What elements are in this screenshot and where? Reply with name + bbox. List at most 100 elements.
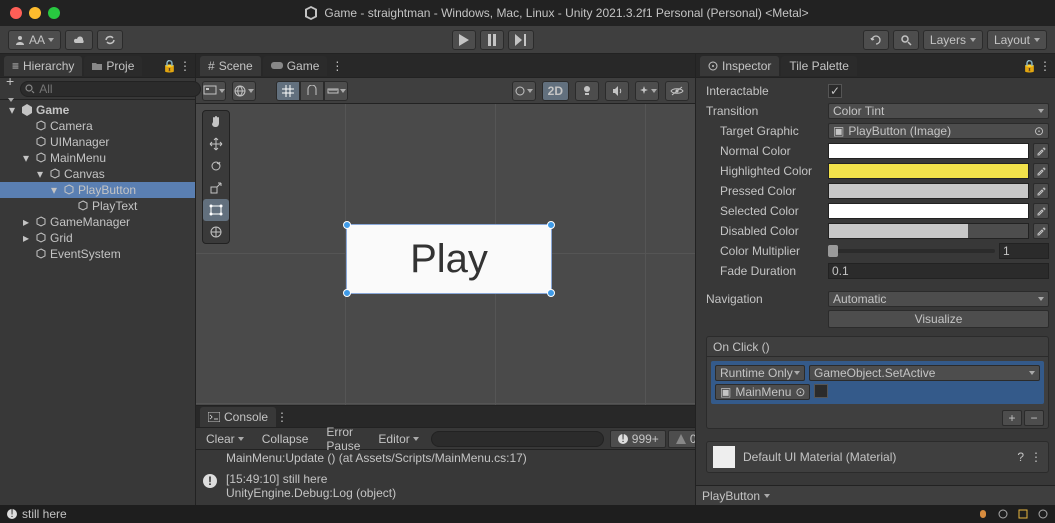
hierarchy-item-game[interactable]: ▾Game [0, 102, 195, 118]
material-box[interactable]: Default UI Material (Material) ? ⋮ [706, 441, 1049, 473]
runtime-dropdown[interactable]: Runtime Only [715, 365, 805, 381]
function-dropdown[interactable]: GameObject.SetActive [809, 365, 1040, 381]
eyedropper-button[interactable] [1033, 143, 1049, 159]
console-line[interactable]: MainMenu:Update () (at Assets/Scripts/Ma… [200, 450, 691, 471]
visibility-button[interactable] [665, 81, 689, 101]
remove-event-button[interactable]: − [1024, 410, 1044, 426]
layout-dropdown[interactable]: Layout [987, 30, 1047, 50]
cloud-button[interactable] [65, 30, 93, 50]
grid-snap-button[interactable] [276, 81, 300, 101]
audio-button[interactable] [605, 81, 629, 101]
add-event-button[interactable]: + [1002, 410, 1022, 426]
snap-increment-button[interactable] [300, 81, 324, 101]
transition-dropdown[interactable]: Color Tint [828, 103, 1049, 119]
eyedropper-button[interactable] [1033, 203, 1049, 219]
scene-viewport[interactable]: Play [196, 104, 695, 405]
interactable-checkbox[interactable]: ✓ [828, 84, 842, 98]
event-target-field[interactable]: ▣MainMenu⊙ [715, 384, 810, 400]
console-line[interactable]: ![15:49:10] still here UnityEngine.Debug… [200, 471, 691, 501]
event-bool-checkbox[interactable] [814, 384, 828, 398]
bug-icon[interactable] [977, 508, 989, 520]
lighting-button[interactable] [575, 81, 599, 101]
grid-visibility-button[interactable] [324, 81, 348, 101]
hierarchy-item-playbutton[interactable]: ▾PlayButton [0, 182, 195, 198]
hierarchy-item-playtext[interactable]: PlayText [0, 198, 195, 214]
transform-tool[interactable] [203, 221, 229, 243]
disabled-color-field[interactable] [828, 223, 1029, 239]
gameobject-icon [76, 200, 90, 212]
hierarchy-item-grid[interactable]: ▸Grid [0, 230, 195, 246]
minimize-window-button[interactable] [29, 7, 41, 19]
color-multiplier-slider[interactable] [828, 249, 995, 253]
account-button[interactable]: AA [8, 30, 61, 50]
target-graphic-field[interactable]: ▣PlayButton (Image)⊙ [828, 123, 1049, 139]
hand-tool[interactable] [203, 111, 229, 133]
resize-handle[interactable] [547, 289, 555, 297]
tab-project[interactable]: Proje [84, 56, 142, 76]
move-tool[interactable] [203, 133, 229, 155]
sync-button[interactable] [97, 30, 123, 50]
eyedropper-button[interactable] [1033, 223, 1049, 239]
clear-button[interactable]: Clear [200, 430, 250, 448]
rect-tool[interactable] [203, 199, 229, 221]
navigation-dropdown[interactable]: Automatic [828, 291, 1049, 307]
hierarchy-item-eventsystem[interactable]: EventSystem [0, 246, 195, 262]
highlighted-color-field[interactable] [828, 163, 1029, 179]
cache-icon[interactable] [1017, 508, 1029, 520]
tab-console[interactable]: Console [200, 407, 276, 427]
hierarchy-item-camera[interactable]: Camera [0, 118, 195, 134]
tool-display-button[interactable] [202, 81, 226, 101]
pause-button[interactable] [480, 30, 504, 50]
pressed-color-field[interactable] [828, 183, 1029, 199]
panel-menu-icon[interactable]: ⋮ [276, 410, 288, 424]
draw-mode-button[interactable] [512, 81, 536, 101]
color-multiplier-value[interactable]: 1 [999, 243, 1049, 259]
help-icon[interactable]: ? [1017, 450, 1024, 464]
scale-tool[interactable] [203, 177, 229, 199]
play-button[interactable] [452, 30, 476, 50]
close-window-button[interactable] [10, 7, 22, 19]
lock-icon[interactable]: 🔒 [1022, 59, 1037, 73]
collapse-button[interactable]: Collapse [256, 430, 315, 448]
2d-toggle-button[interactable]: 2D [542, 81, 569, 101]
maximize-window-button[interactable] [48, 7, 60, 19]
lock-icon[interactable]: 🔒 [162, 59, 177, 73]
hierarchy-search-input[interactable] [20, 81, 201, 97]
undo-history-button[interactable] [863, 30, 889, 50]
resize-handle[interactable] [343, 221, 351, 229]
console-search-input[interactable] [431, 431, 604, 447]
tab-scene[interactable]: #Scene [200, 56, 261, 76]
step-button[interactable] [508, 30, 534, 50]
hierarchy-item-canvas[interactable]: ▾Canvas [0, 166, 195, 182]
error-pause-button[interactable]: Error Pause [320, 430, 366, 448]
tab-game[interactable]: Game [263, 56, 328, 76]
shading-mode-button[interactable] [232, 81, 256, 101]
hierarchy-item-uimanager[interactable]: UIManager [0, 134, 195, 150]
rotate-tool[interactable] [203, 155, 229, 177]
fade-duration-field[interactable]: 0.1 [828, 263, 1049, 279]
tab-tile-palette[interactable]: Tile Palette [781, 56, 857, 76]
search-button[interactable] [893, 30, 919, 50]
panel-menu-icon[interactable]: ⋮ [1039, 59, 1051, 73]
resize-handle[interactable] [343, 289, 351, 297]
tab-inspector[interactable]: Inspector [700, 56, 779, 76]
autosave-icon[interactable] [997, 508, 1009, 520]
resize-handle[interactable] [547, 221, 555, 229]
hierarchy-item-mainmenu[interactable]: ▾MainMenu [0, 150, 195, 166]
editor-button[interactable]: Editor [372, 430, 424, 448]
normal-color-field[interactable] [828, 143, 1029, 159]
eyedropper-button[interactable] [1033, 163, 1049, 179]
selected-color-field[interactable] [828, 203, 1029, 219]
info-count-pill[interactable]: !999+ [610, 430, 666, 448]
panel-menu-icon[interactable]: ⋮ [331, 59, 343, 73]
menu-icon[interactable]: ⋮ [1030, 450, 1042, 464]
visualize-button[interactable]: Visualize [828, 310, 1049, 328]
progress-icon[interactable] [1037, 508, 1049, 520]
play-button-rect[interactable]: Play [346, 224, 552, 294]
fx-button[interactable] [635, 81, 659, 101]
panel-menu-icon[interactable]: ⋮ [179, 59, 191, 73]
hierarchy-item-gamemanager[interactable]: ▸GameManager [0, 214, 195, 230]
gameobject-icon [34, 136, 48, 148]
eyedropper-button[interactable] [1033, 183, 1049, 199]
layers-dropdown[interactable]: Layers [923, 30, 983, 50]
